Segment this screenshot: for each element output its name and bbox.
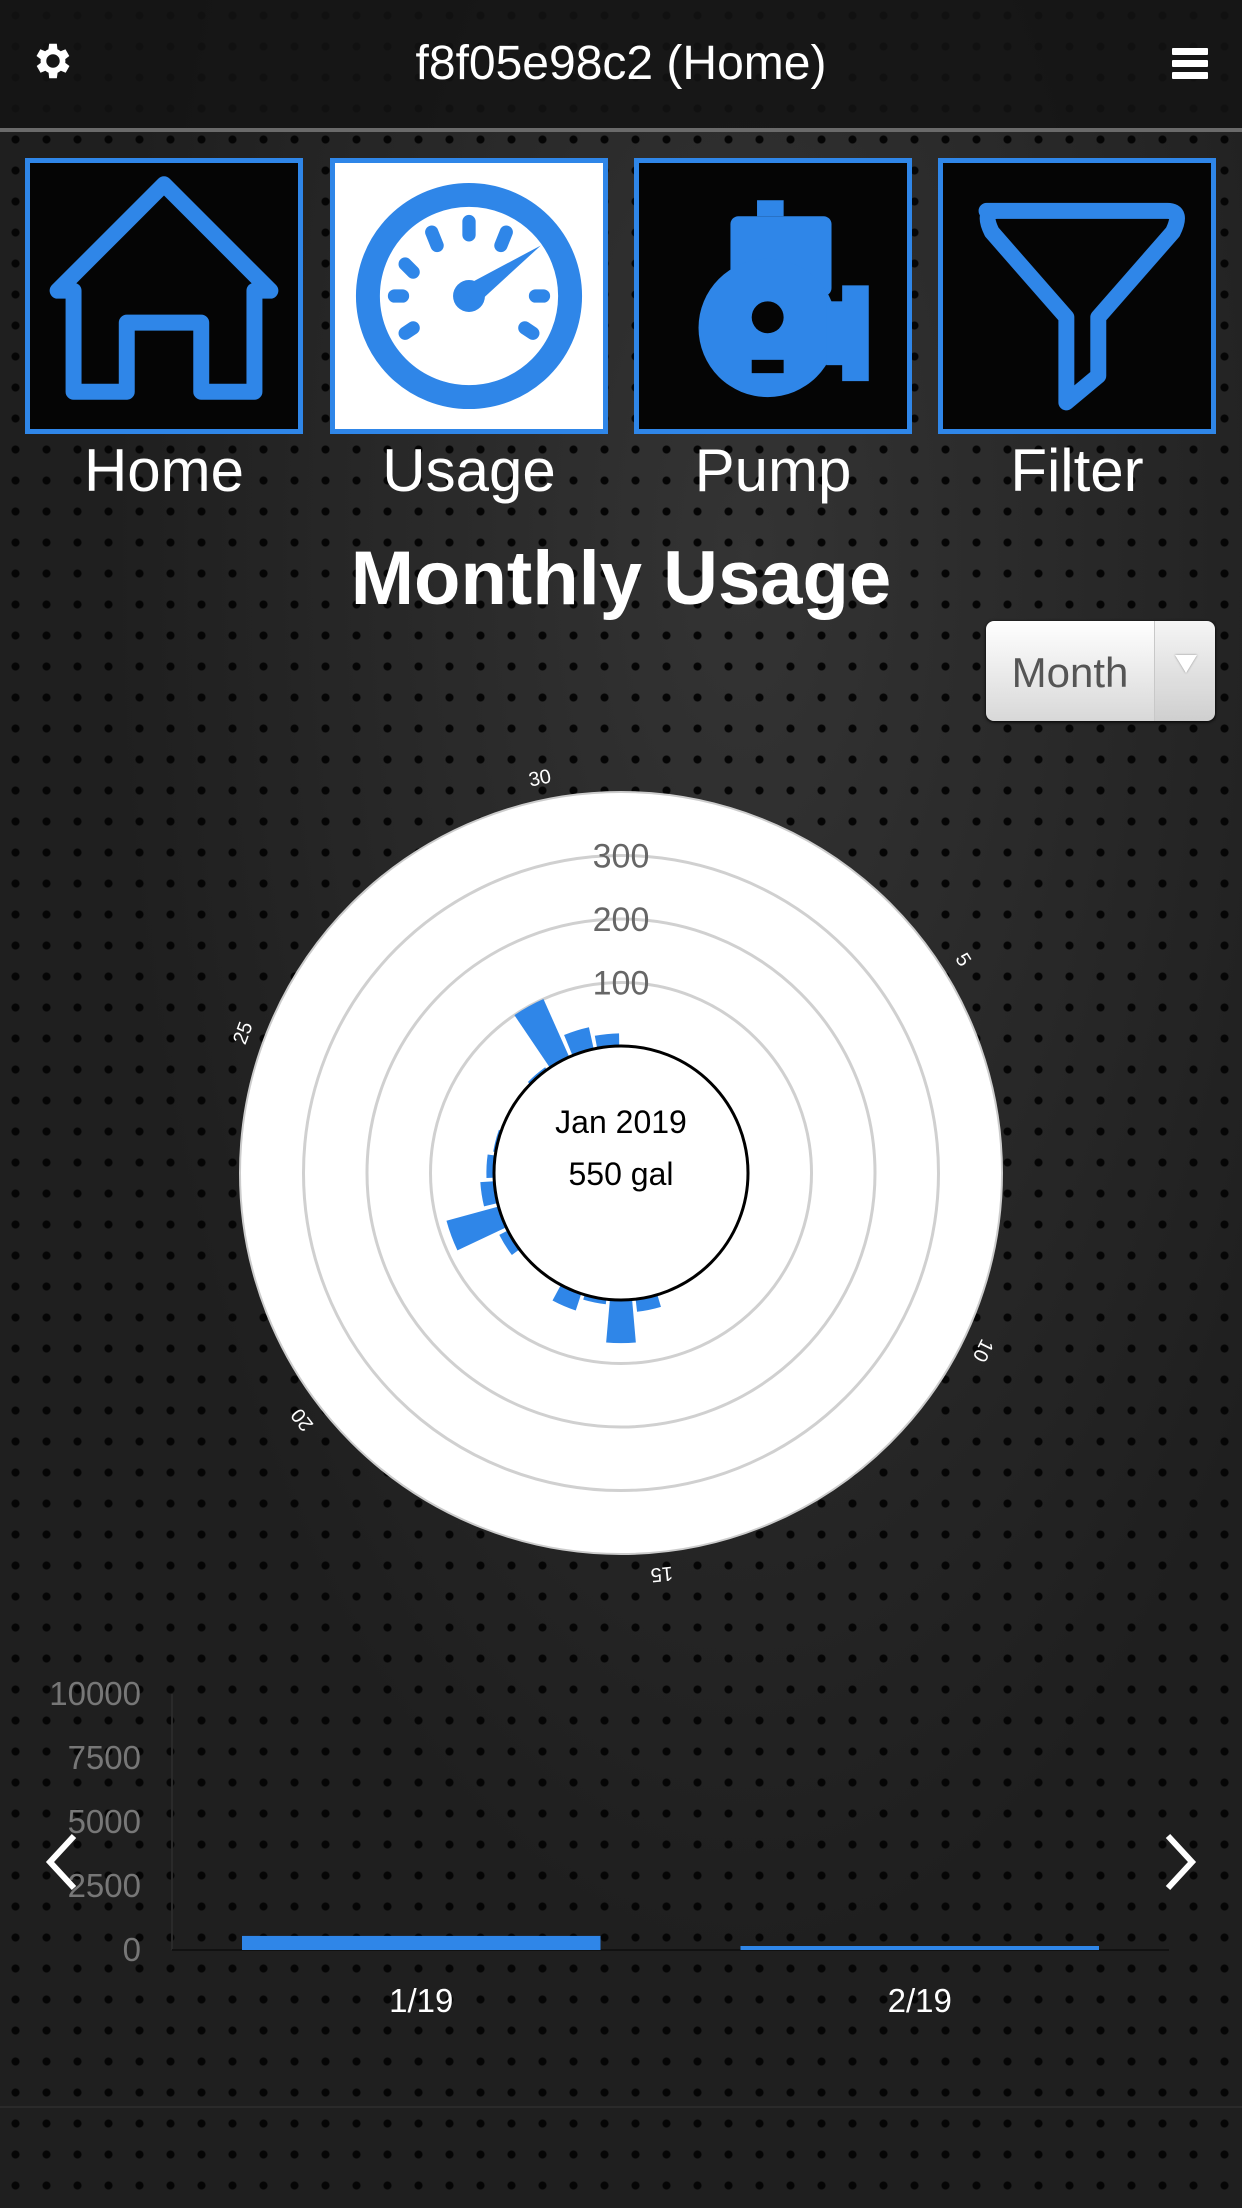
tab-usage[interactable] [330,158,608,434]
app-header: f8f05e98c2 (Home) [0,0,1242,132]
y-tick-label: 7500 [68,1739,141,1776]
tab-usage-label: Usage [382,437,556,504]
angular-tick-label: 5 [950,949,975,970]
tab-home[interactable] [25,158,303,434]
center-total-label: 550 gal [569,1156,674,1192]
angular-tick-label: 25 [229,1019,257,1048]
page-header-title: f8f05e98c2 (Home) [415,37,827,90]
angular-tick-label: 15 [650,1562,674,1586]
x-tick-label: 1/19 [389,1982,453,2019]
page-title: Monthly Usage [350,536,892,621]
dropdown-arrow-icon[interactable] [1154,621,1216,721]
daily-usage-polar-chart: 100 200 300 5 10 15 20 25 30 Jan 2019 550 gal [229,766,1003,1586]
radial-tick-label: 300 [593,838,650,876]
bar-1/19[interactable] [242,1935,601,1950]
radial-tick-label: 200 [593,901,650,939]
bar-2/19[interactable] [740,1946,1100,1950]
tab-home-label: Home [83,437,245,504]
radial-tick-label: 100 [593,965,650,1003]
hamburger-icon[interactable] [1172,48,1208,82]
monthly-usage-bar-chart: 0250050007500100001/19 2/19 [49,1675,1169,2019]
angular-tick-label: 20 [287,1404,318,1435]
angular-tick-label: 10 [968,1336,998,1366]
gauge-icon [355,182,583,410]
chevron-left-icon[interactable] [42,1830,82,1894]
tab-filter-label: Filter [1010,437,1144,504]
footer-divider [0,2106,1242,2108]
tab-pump[interactable] [634,158,912,434]
period-select[interactable]: Month [986,621,1216,721]
tab-pump-label: Pump [694,437,852,504]
tab-filter[interactable] [938,158,1216,434]
x-tick-label: 2/19 [888,1982,952,2019]
center-month-label: Jan 2019 [555,1104,687,1140]
y-tick-label: 0 [123,1931,141,1968]
y-tick-label: 10000 [49,1675,141,1712]
house-icon [49,176,279,400]
polar-bar-day-16[interactable] [606,1297,636,1344]
angular-tick-label: 30 [527,766,553,792]
period-select-value: Month [1011,649,1129,696]
chevron-right-icon[interactable] [1160,1830,1200,1894]
funnel-icon [978,202,1185,411]
pump-icon [698,200,869,398]
